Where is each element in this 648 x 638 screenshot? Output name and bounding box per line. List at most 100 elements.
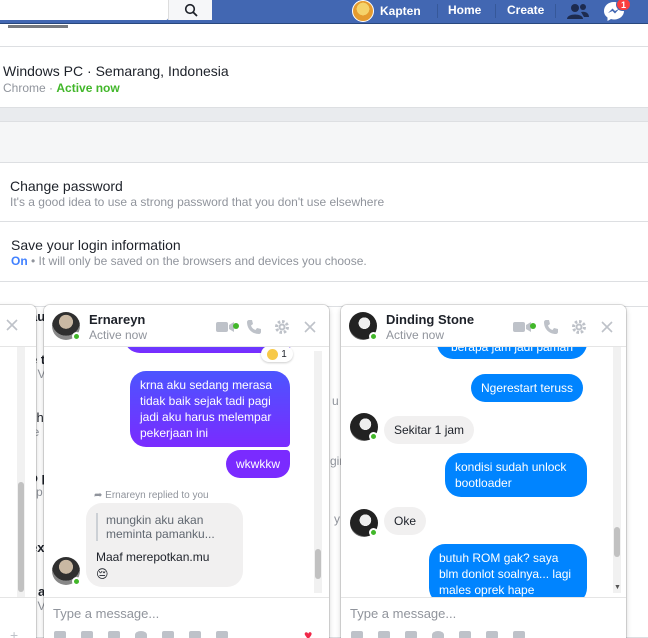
reply-bubble[interactable]: mungkin aku akan meminta pamanku... Maaf… [86,503,243,587]
save-login-text: • It will only be saved on the browsers … [31,254,367,268]
reply-note-text: Ernareyn replied to you [105,490,209,501]
search-icon [184,3,198,17]
online-indicator [369,432,378,441]
chat-name[interactable]: Dinding Stone [386,312,474,327]
message-thread[interactable]: 1 krna aku sedang merasa tidak baik seja… [44,347,329,597]
chat-status: Active now [386,328,445,342]
photo-icon[interactable] [351,631,363,638]
message-bubble-sent[interactable]: berapa jam jadi paman [437,347,587,359]
home-link[interactable]: Home [448,3,481,17]
scrollbar-thumb[interactable] [18,482,24,592]
reaction-count: 1 [281,348,287,360]
emoji-icon[interactable] [432,631,444,638]
scrollbar-thumb[interactable] [614,527,620,557]
scroll-down-icon[interactable]: ▼ [614,584,621,591]
camera-icon[interactable] [216,631,228,638]
scrollbar[interactable]: ▼ [613,347,621,593]
search-button[interactable] [168,0,212,20]
chat-window-collapsed: + [0,305,36,638]
profile-name: Kapten [380,4,421,18]
change-password-desc: It's a good idea to use a strong passwor… [10,195,385,209]
game-icon[interactable] [162,631,174,638]
online-indicator [369,528,378,537]
online-indicator [72,577,81,586]
chat-window-dinding-stone[interactable]: Dinding Stone Active now berapa jam jadi… [341,305,626,638]
phone-icon[interactable] [542,319,560,335]
save-login-row[interactable]: Save your login information On • It will… [0,222,648,282]
search-input[interactable] [0,0,168,20]
video-call-icon[interactable] [216,319,234,335]
reaction-badge[interactable]: 1 [261,347,293,362]
gear-icon[interactable] [273,319,291,335]
message-thread[interactable]: berapa jam jadi paman Ngerestart teruss … [341,347,626,597]
game-icon[interactable] [459,631,471,638]
session-meta: Chrome · Active now [3,81,120,95]
message-bubble-sent[interactable]: butuh ROM gak? saya blm donlot soalnya..… [429,544,587,597]
photo-icon[interactable] [54,631,66,638]
video-available-indicator [530,323,536,329]
section-divider [0,121,648,165]
gif-icon[interactable] [108,631,120,638]
session-status: Active now [56,81,120,95]
chat-window-ernareyn[interactable]: Ernareyn Active now 1 krna aku sedang me… [44,305,329,638]
chat-header [0,305,36,347]
top-navigation-bar: Kapten Home Create 1 [0,0,648,24]
create-link[interactable]: Create [507,3,544,17]
scrollbar[interactable] [17,347,25,597]
heart-icon[interactable]: ♥ [304,628,312,638]
messenger-badge: 1 [616,0,632,11]
session-browser: Chrome [3,81,46,95]
save-login-state: On [11,254,28,268]
reply-note: ➦ Ernareyn replied to you [94,490,209,501]
nav-divider [495,4,496,18]
reply-text: Maaf merepotkan.mu [96,550,210,564]
partial-heading [8,22,78,30]
quoted-message: mungkin aku akan meminta pamanku... [96,513,228,541]
chat-status: Active now [89,328,148,342]
friend-requests-icon[interactable] [566,0,590,22]
gear-icon[interactable] [570,319,588,335]
save-login-desc: On • It will only be saved on the browse… [11,254,367,268]
add-icon[interactable]: + [10,627,18,638]
nav-divider [555,4,556,18]
composer-toolbar [351,631,551,638]
change-password-title: Change password [10,178,123,194]
partial-text: u [332,394,339,408]
scrollbar-thumb[interactable] [315,549,321,579]
video-call-icon[interactable] [513,319,531,335]
close-icon[interactable] [6,319,18,331]
emoji-icon[interactable] [135,631,147,638]
chat-header[interactable]: Ernareyn Active now [44,305,329,347]
gif-icon[interactable] [405,631,417,638]
camera-icon[interactable] [513,631,525,638]
partial-text: y [334,512,340,526]
sticker-icon[interactable] [81,631,93,638]
message-bubble-received[interactable]: Sekitar 1 jam [384,416,475,444]
online-indicator [72,332,81,341]
online-indicator [369,332,378,341]
chat-header[interactable]: Dinding Stone Active now [341,305,626,347]
pensive-emoji-icon: 😔 [96,567,109,581]
profile-link[interactable]: Kapten [352,0,421,22]
message-bubble-sent[interactable]: kondisi sudah unlock bootloader [445,453,587,497]
message-bubble-sent[interactable]: wkwkkw [226,450,290,478]
composer-toolbar [54,631,314,638]
message-bubble-sent[interactable]: Ngerestart teruss [471,374,584,402]
save-login-title: Save your login information [11,237,181,253]
message-bubble-sent[interactable]: krna aku sedang merasa tidak baik sejak … [130,371,290,447]
phone-icon[interactable] [245,319,263,335]
login-card: Change password It's a good idea to use … [0,162,648,307]
video-available-indicator [233,323,239,329]
sticker-icon[interactable] [378,631,390,638]
scrollbar[interactable] [314,351,322,593]
avatar [352,0,374,22]
chat-name[interactable]: Ernareyn [89,312,145,327]
message-bubble-received[interactable]: Oke [384,507,427,535]
change-password-row[interactable]: Change password It's a good idea to use … [0,163,648,222]
close-icon[interactable] [598,319,616,335]
attachment-icon[interactable] [486,631,498,638]
attachment-icon[interactable] [189,631,201,638]
session-device: Windows PC · Semarang, Indonesia [3,63,229,79]
close-icon[interactable] [301,319,319,335]
sad-reaction-icon [267,348,279,360]
